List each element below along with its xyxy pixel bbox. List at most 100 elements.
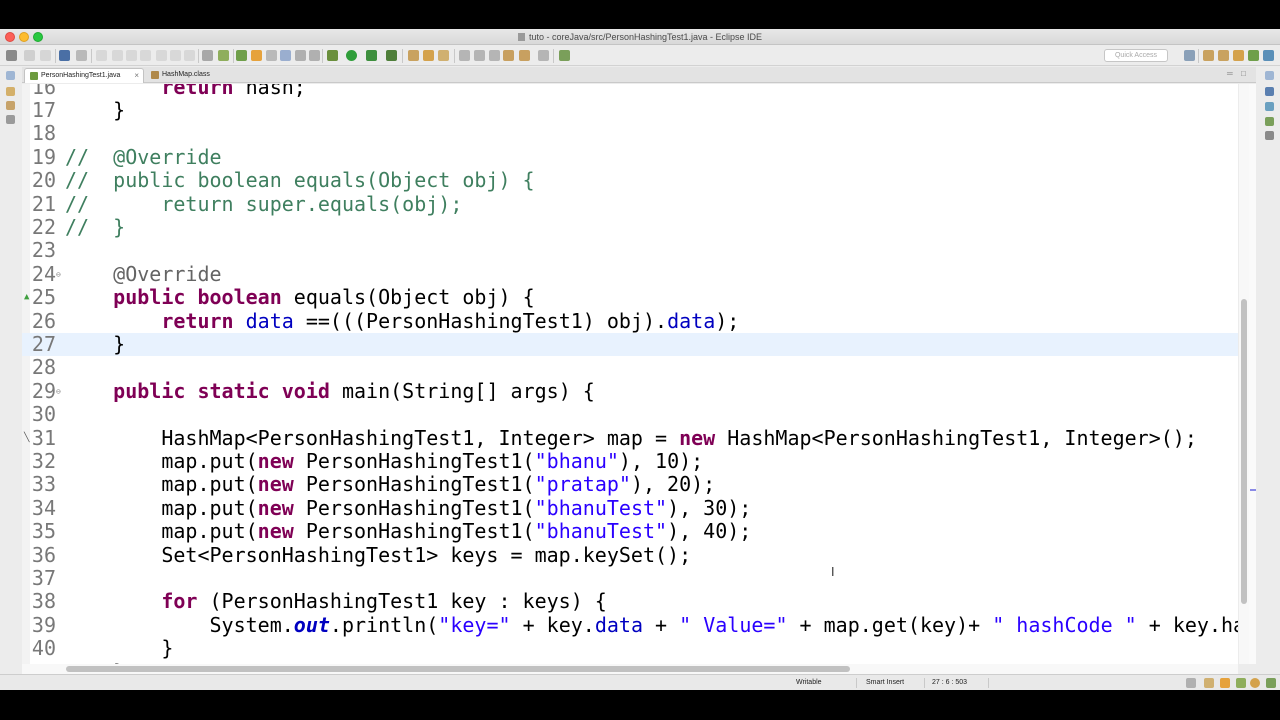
run-icon[interactable] [346,50,357,61]
code-line[interactable]: 37 [22,566,1238,590]
perspective-java-icon[interactable] [1248,50,1259,61]
code-line[interactable]: 28 [22,355,1238,379]
code-line[interactable]: 40 } [22,636,1238,660]
fold-toggle-icon[interactable]: ⊖ [56,263,61,286]
forward-icon[interactable] [519,50,530,61]
code-line[interactable]: 20 // public boolean equals(Object obj) { [22,168,1238,192]
open-type-icon[interactable] [202,50,213,61]
open-folder-icon[interactable] [408,50,419,61]
code-editor[interactable]: 16 return hash; 17 } 18 19// @Override 20// … [22,84,1238,664]
back-icon[interactable] [503,50,514,61]
outline-view-icon[interactable] [1265,102,1274,111]
quick-access-input[interactable]: Quick Access [1104,49,1168,62]
terminate-icon[interactable] [126,50,137,61]
pin-editor-icon[interactable] [538,50,549,61]
show-whitespace-icon[interactable] [295,50,306,61]
package-explorer-icon[interactable] [6,87,15,96]
step-into-icon[interactable] [156,50,167,61]
open-perspective-button-icon[interactable] [1184,50,1195,61]
code-line[interactable]: 22 // } [22,215,1238,239]
edit-icon[interactable] [1236,678,1246,688]
new-icon[interactable] [6,50,17,61]
tip-icon[interactable] [1204,678,1214,688]
restore-right-view-icon[interactable] [1265,71,1274,80]
perspective-debug-icon[interactable] [1263,50,1274,61]
code-text: @Override [113,261,222,286]
code-line[interactable]: 34 map.put(new PersonHashingTest1("bhanu… [22,496,1238,520]
code-line[interactable]: 32 map.put(new PersonHashingTest1("bhanu… [22,449,1238,473]
code-text: System.out.println("key=" + key.data + "… [65,612,1238,637]
prev-annotation-icon[interactable] [474,50,485,61]
code-line[interactable]: 18 [22,121,1238,145]
settings-icon[interactable] [1250,678,1260,688]
new-java-class-icon[interactable] [218,50,229,61]
word-wrap-icon[interactable] [266,50,277,61]
pilcrow-icon[interactable] [309,50,320,61]
minimize-editor-icon[interactable]: ═ [1227,69,1233,78]
debug-icon[interactable] [327,50,338,61]
tab-person-hashing-test1[interactable]: PersonHashingTest1.java × [24,68,144,83]
close-tab-icon[interactable]: × [134,69,139,83]
restore-view-icon[interactable] [6,71,15,80]
block-selection-icon[interactable] [280,50,291,61]
code-line[interactable]: 27 } [22,332,1238,357]
warning-marker-icon[interactable]: ╲ [24,427,29,450]
mark-occurrences-icon[interactable] [251,50,262,61]
code-line[interactable]: 24 ⊖ @Override [22,261,1238,286]
coverage-icon[interactable] [366,50,377,61]
perspective-resource-icon[interactable] [1218,50,1229,61]
overview-marker[interactable] [1250,489,1256,491]
perspective-java-ee-icon[interactable] [1203,50,1214,61]
code-line[interactable]: 36 Set<PersonHashingTest1> keys = map.ke… [22,543,1238,567]
step-return-icon[interactable] [184,50,195,61]
next-annotation-icon[interactable] [459,50,470,61]
annotation-icon[interactable] [438,50,449,61]
code-line[interactable]: 31 ╲ HashMap<PersonHashingTest1, Integer>… [22,426,1238,450]
open-perspective-icon[interactable] [559,50,570,61]
code-line[interactable]: 16 return hash; [22,84,1238,99]
vertical-scrollbar[interactable] [1239,84,1249,664]
horizontal-scroll-thumb[interactable] [66,666,850,672]
horizontal-scrollbar[interactable] [22,664,1238,674]
code-line[interactable]: 26 return data ==(((PersonHashingTest1) … [22,309,1238,333]
code-line[interactable]: 35 map.put(new PersonHashingTest1("bhanu… [22,519,1238,543]
resume-icon[interactable] [96,50,107,61]
save-icon[interactable] [24,50,35,61]
code-line[interactable]: 17 } [22,98,1238,122]
step-over-icon[interactable] [170,50,181,61]
outline-icon[interactable] [6,115,15,124]
override-marker-icon[interactable]: ▲ [24,286,29,309]
task-progress-icon[interactable] [1186,678,1196,688]
skip-breakpoints-icon[interactable] [76,50,87,61]
code-line[interactable]: 30 [22,402,1238,426]
heap-status-icon[interactable] [1266,678,1276,688]
line-number: 25 [31,285,56,310]
tab-hashmap-class[interactable]: HashMap.class [146,68,226,83]
code-line[interactable]: 21 // return super.equals(obj); [22,192,1238,216]
external-tools-icon[interactable] [386,50,397,61]
perspective-team-icon[interactable] [1233,50,1244,61]
code-line[interactable]: 33 map.put(new PersonHashingTest1("prata… [22,472,1238,496]
code-text: } [65,332,126,356]
search-icon[interactable] [423,50,434,61]
terminal-icon[interactable] [59,50,70,61]
code-line[interactable]: 38 for (PersonHashingTest1 key : keys) { [22,589,1238,613]
suspend-icon[interactable] [112,50,123,61]
task-list-icon[interactable] [1265,87,1274,96]
navigator-icon[interactable] [6,101,15,110]
code-line[interactable]: 29 ⊖ public static void main(String[] arg… [22,379,1238,403]
save-all-icon[interactable] [40,50,51,61]
code-line[interactable]: 25 ▲ public boolean equals(Object obj) { [22,285,1238,310]
console-icon[interactable] [1265,131,1274,140]
code-line[interactable]: 39 System.out.println("key=" + key.data … [22,612,1238,637]
vertical-scroll-thumb[interactable] [1241,299,1247,604]
problems-icon[interactable] [1265,117,1274,126]
maximize-editor-icon[interactable]: □ [1241,69,1246,78]
fold-toggle-icon[interactable]: ⊖ [56,380,61,403]
notifications-icon[interactable] [1220,678,1230,688]
code-line[interactable]: 23 [22,238,1238,262]
new-java-project-icon[interactable] [236,50,247,61]
code-line[interactable]: 19 // @Override [22,145,1238,169]
last-edit-icon[interactable] [489,50,500,61]
disconnect-icon[interactable] [140,50,151,61]
